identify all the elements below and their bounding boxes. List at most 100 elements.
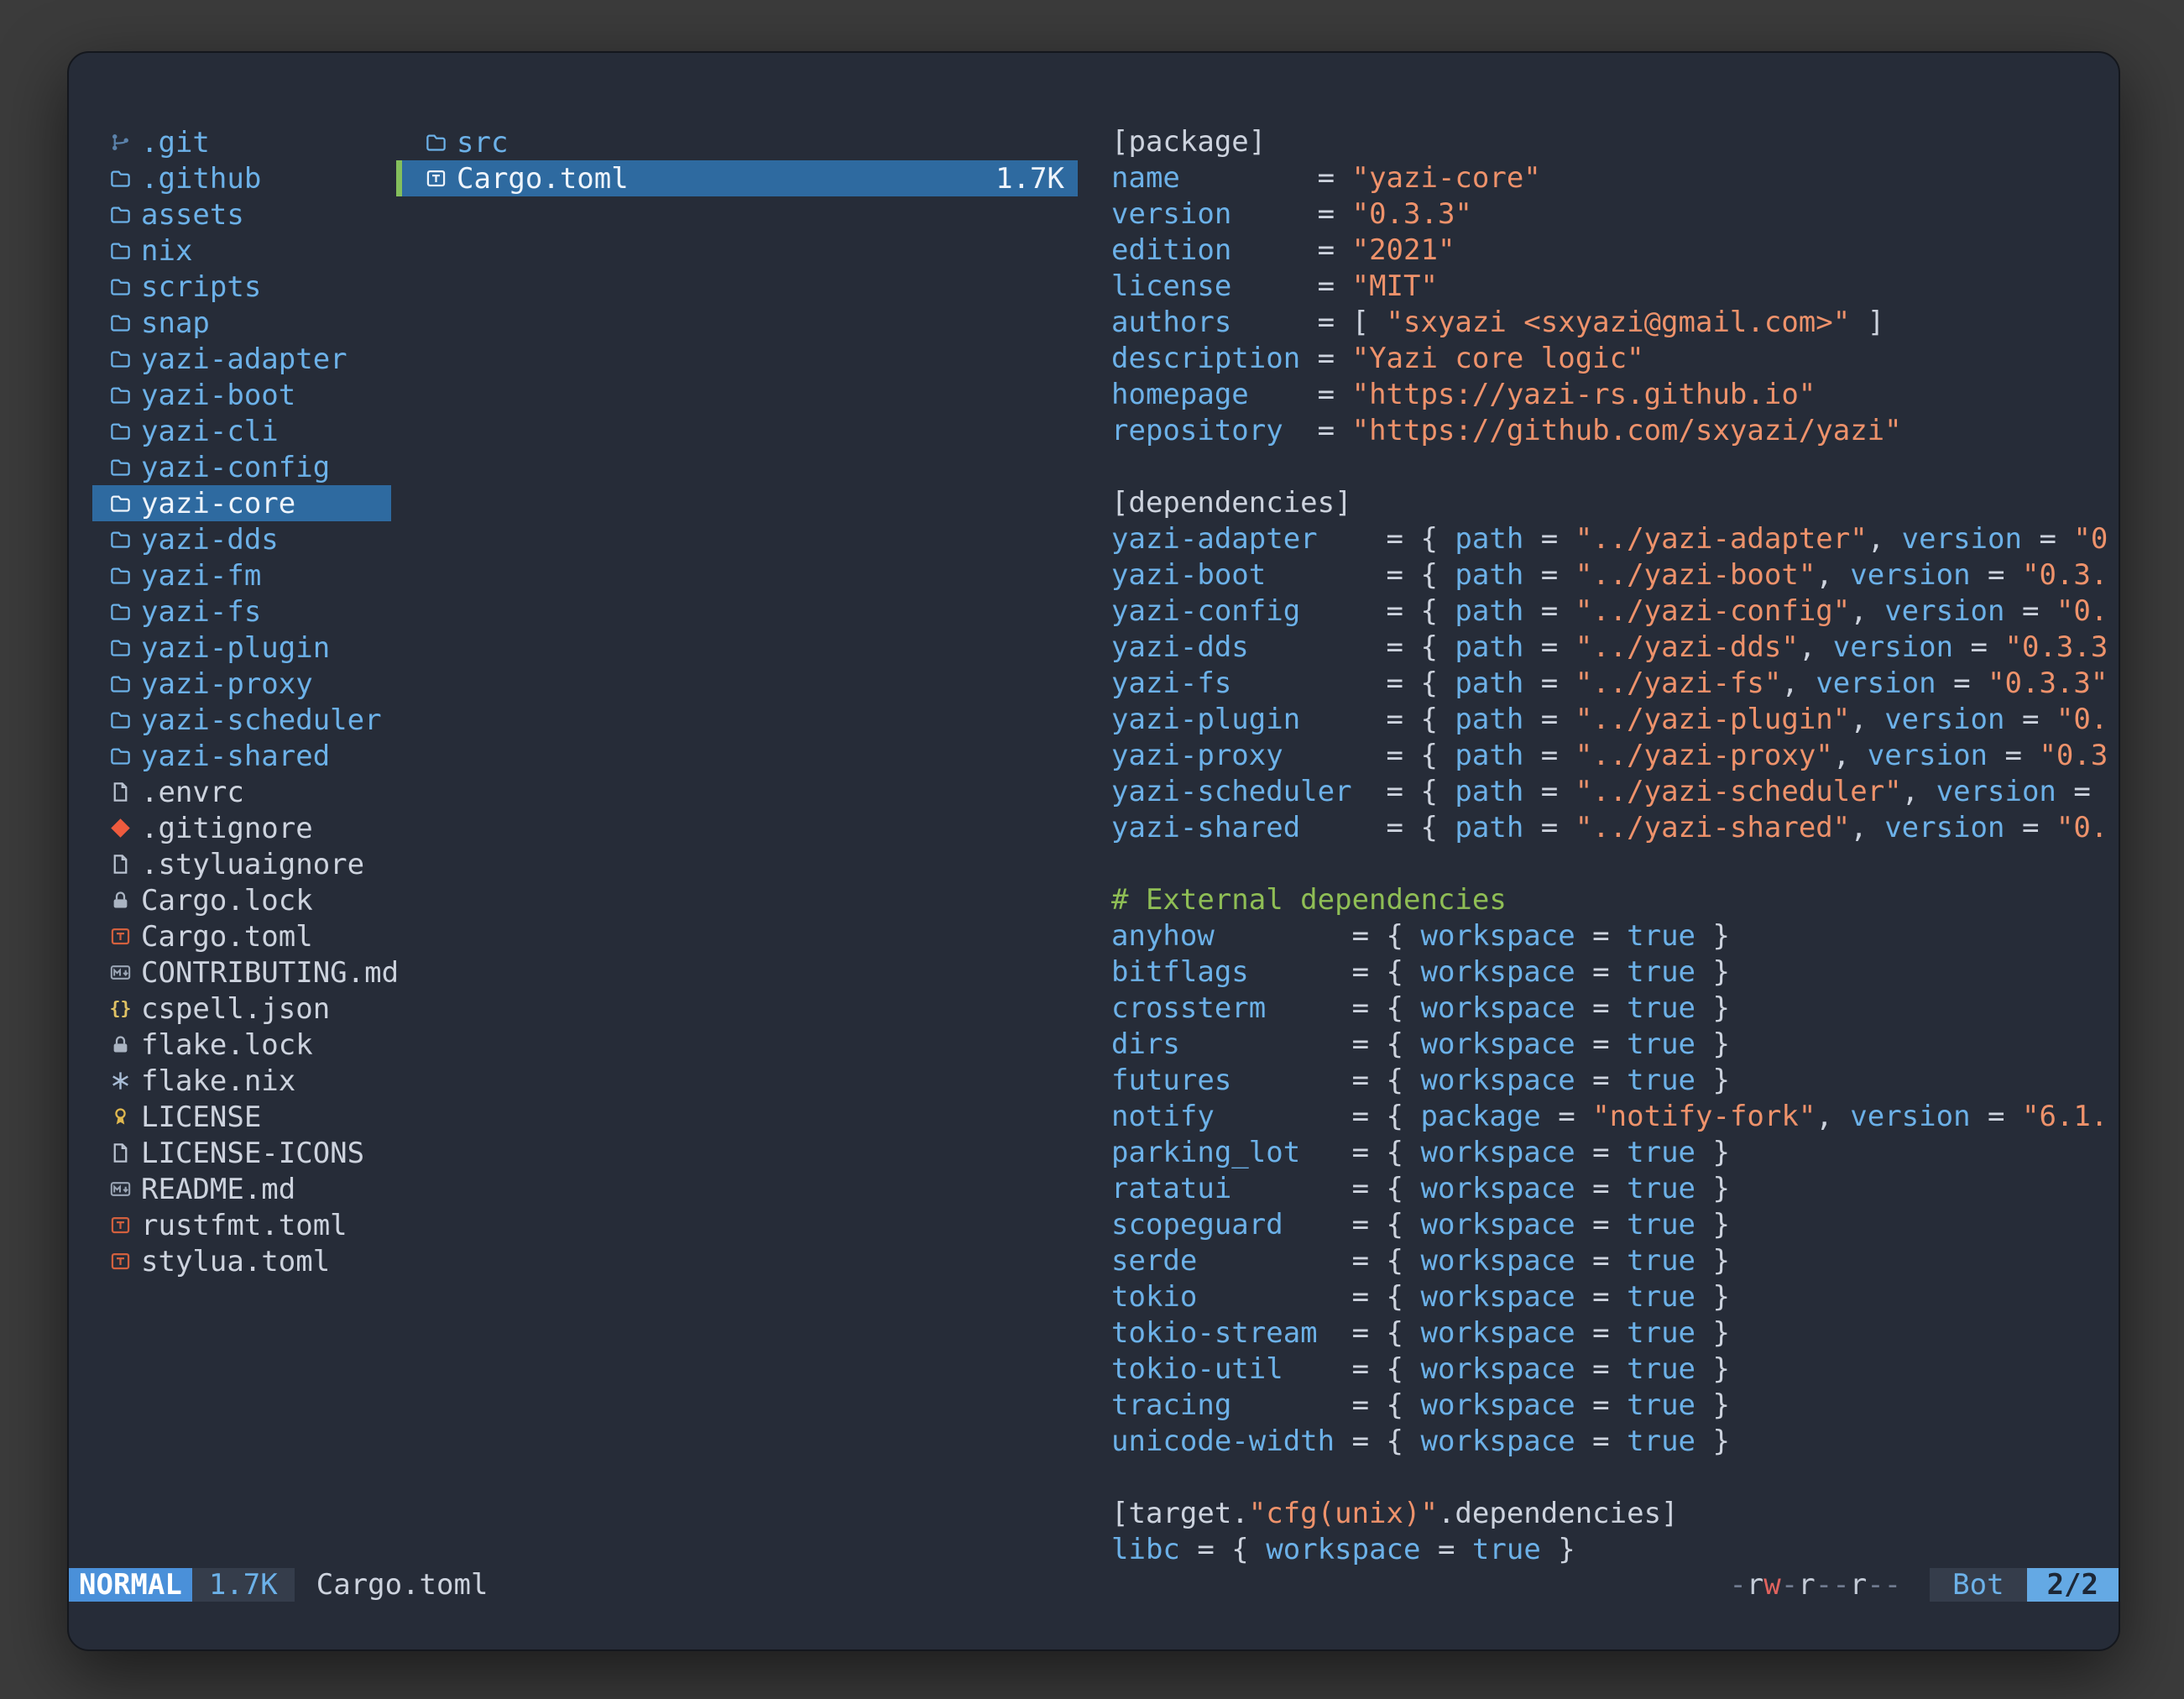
lock-icon — [109, 889, 132, 912]
file-name: yazi-fm — [141, 559, 261, 593]
preview-line: scopeguard = { workspace = true } — [1111, 1207, 2107, 1243]
file-row[interactable]: yazi-dds — [92, 521, 391, 557]
file-name: flake.lock — [141, 1028, 313, 1062]
file-name: snap — [141, 306, 210, 340]
mode-badge: NORMAL — [69, 1568, 192, 1602]
file-name: yazi-adapter — [141, 342, 347, 376]
file-row[interactable]: yazi-shared — [92, 738, 391, 774]
preview-line — [1111, 1460, 2107, 1496]
file-row[interactable]: .git — [92, 124, 391, 160]
preview-line: bitflags = { workspace = true } — [1111, 954, 2107, 991]
file-row[interactable]: CONTRIBUTING.md — [92, 954, 391, 991]
folder-icon — [109, 239, 132, 262]
file-icon — [109, 781, 132, 803]
file-row[interactable]: yazi-plugin — [92, 630, 391, 666]
file-name: yazi-core — [141, 487, 295, 520]
file-name: README.md — [141, 1173, 295, 1206]
file-name: .gitignore — [141, 812, 313, 845]
file-name: Cargo.toml — [457, 162, 629, 196]
file-row[interactable]: README.md — [92, 1171, 391, 1207]
file-row[interactable]: .github — [92, 160, 391, 196]
file-name: .github — [141, 162, 261, 196]
desktop-background: .git.githubassetsnixscriptssnapyazi-adap… — [0, 0, 2184, 1699]
preview-line: yazi-shared = { path = "../yazi-shared",… — [1111, 810, 2107, 846]
folder-icon — [109, 275, 132, 298]
file-name: yazi-cli — [141, 415, 279, 448]
file-row[interactable]: yazi-cli — [92, 413, 391, 449]
file-row[interactable]: .styluaignore — [92, 846, 391, 882]
file-name: cspell.json — [141, 992, 330, 1026]
file-icon — [109, 853, 132, 876]
file-row[interactable]: cspell.json — [92, 991, 391, 1027]
file-row[interactable]: yazi-fm — [92, 557, 391, 593]
folder-icon — [109, 203, 132, 226]
file-row[interactable]: LICENSE-ICONS — [92, 1135, 391, 1171]
file-row[interactable]: yazi-adapter — [92, 341, 391, 377]
file-row[interactable]: snap — [92, 305, 391, 341]
file-row[interactable]: yazi-config — [92, 449, 391, 485]
preview-line: yazi-dds = { path = "../yazi-dds", versi… — [1111, 630, 2107, 666]
file-name: yazi-boot — [141, 379, 295, 412]
preview-line: authors = [ "sxyazi <sxyazi@gmail.com>" … — [1111, 305, 2107, 341]
file-name: LICENSE-ICONS — [141, 1137, 364, 1170]
file-name: .styluaignore — [141, 848, 364, 881]
preview-line — [1111, 449, 2107, 485]
parent-directory-pane: .git.githubassetsnixscriptssnapyazi-adap… — [92, 124, 391, 1279]
file-row[interactable]: .envrc — [92, 774, 391, 810]
file-row[interactable]: Cargo.toml — [92, 918, 391, 954]
preview-line: yazi-plugin = { path = "../yazi-plugin",… — [1111, 702, 2107, 738]
file-name: LICENSE — [141, 1100, 261, 1134]
preview-line: [package] — [1111, 124, 2107, 160]
file-row[interactable]: flake.nix — [92, 1063, 391, 1099]
file-row[interactable]: yazi-proxy — [92, 666, 391, 702]
preview-line: yazi-boot = { path = "../yazi-boot", ver… — [1111, 557, 2107, 593]
toml-icon — [109, 1214, 132, 1236]
preview-line: homepage = "https://yazi-rs.github.io" — [1111, 377, 2107, 413]
preview-line: dirs = { workspace = true } — [1111, 1027, 2107, 1063]
file-name: Cargo.lock — [141, 884, 313, 917]
file-row[interactable]: yazi-boot — [92, 377, 391, 413]
preview-line: notify = { package = "notify-fork", vers… — [1111, 1099, 2107, 1135]
file-name: CONTRIBUTING.md — [141, 956, 399, 990]
file-name: yazi-shared — [141, 740, 330, 773]
folder-icon — [109, 167, 132, 190]
status-bar: NORMAL 1.7K Cargo.toml -rw-r--r-- Bot 2/… — [69, 1568, 2119, 1602]
folder-icon — [109, 420, 132, 442]
file-name: rustfmt.toml — [141, 1209, 347, 1242]
file-row[interactable]: yazi-core — [92, 485, 391, 521]
file-name: src — [457, 126, 508, 159]
file-name: yazi-proxy — [141, 667, 313, 701]
file-row[interactable]: .gitignore — [92, 810, 391, 846]
gitignore-icon — [109, 817, 132, 839]
file-name: yazi-config — [141, 451, 330, 484]
file-row[interactable]: Cargo.lock — [92, 882, 391, 918]
preview-line: description = "Yazi core logic" — [1111, 341, 2107, 377]
file-row[interactable]: yazi-scheduler — [92, 702, 391, 738]
file-row[interactable]: Cargo.toml1.7K — [396, 160, 1078, 196]
git-icon — [109, 131, 132, 154]
file-row[interactable]: assets — [92, 196, 391, 233]
file-row[interactable]: rustfmt.toml — [92, 1207, 391, 1243]
toml-icon — [425, 167, 447, 190]
file-name: .git — [141, 126, 210, 159]
file-row[interactable]: scripts — [92, 269, 391, 305]
preview-line: unicode-width = { workspace = true } — [1111, 1424, 2107, 1460]
file-row[interactable]: LICENSE — [92, 1099, 391, 1135]
preview-line: yazi-proxy = { path = "../yazi-proxy", v… — [1111, 738, 2107, 774]
file-permissions: -rw-r--r-- — [1729, 1568, 1901, 1602]
file-name: Cargo.toml — [141, 920, 313, 954]
file-row[interactable]: flake.lock — [92, 1027, 391, 1063]
file-row[interactable]: yazi-fs — [92, 593, 391, 630]
lock-icon — [109, 1033, 132, 1056]
file-row[interactable]: stylua.toml — [92, 1243, 391, 1279]
preview-line: name = "yazi-core" — [1111, 160, 2107, 196]
folder-icon — [109, 600, 132, 623]
preview-line: libc = { workspace = true } — [1111, 1532, 2107, 1568]
file-row[interactable]: src — [396, 124, 1078, 160]
folder-icon — [109, 708, 132, 731]
preview-line: yazi-fs = { path = "../yazi-fs", version… — [1111, 666, 2107, 702]
cursor-counter-badge: 2/2 — [2027, 1568, 2119, 1602]
preview-line: futures = { workspace = true } — [1111, 1063, 2107, 1099]
file-row[interactable]: nix — [92, 233, 391, 269]
preview-line: tokio-util = { workspace = true } — [1111, 1351, 2107, 1388]
